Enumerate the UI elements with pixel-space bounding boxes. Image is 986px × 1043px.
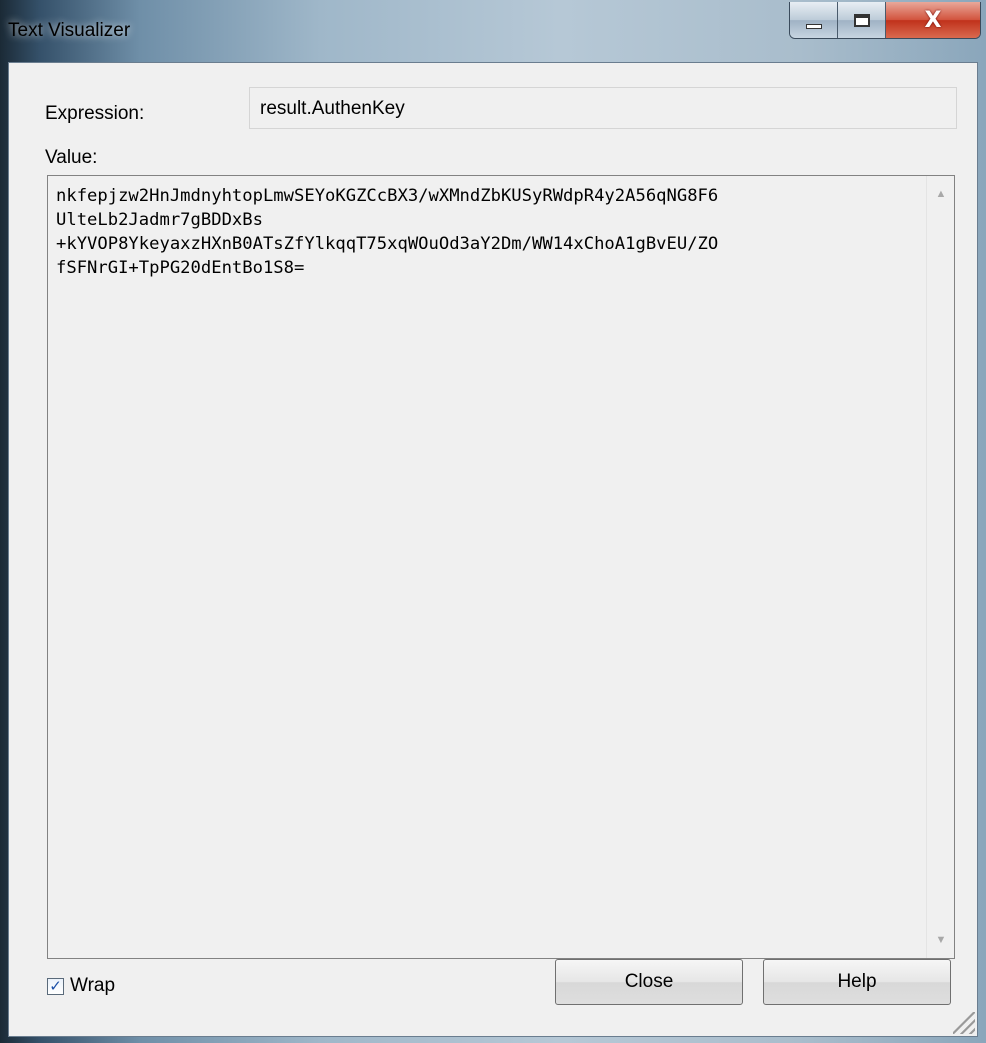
expression-label: Expression: [45,103,145,124]
dialog-body: Expression: result.AuthenKey Value: nkfe… [8,62,978,1037]
text-visualizer-window: Text Visualizer X Expression: result.Aut… [0,0,986,1043]
scroll-down-arrow-icon[interactable]: ▼ [927,926,955,954]
window-controls: X [789,2,981,39]
value-textarea[interactable]: nkfepjzw2HnJmdnyhtopLmwSEYoKGZCcBX3/wXMn… [47,175,955,959]
window-close-button[interactable]: X [886,2,980,38]
minimize-icon [805,23,822,29]
title-bar[interactable]: Text Visualizer X [0,0,986,62]
value-text[interactable]: nkfepjzw2HnJmdnyhtopLmwSEYoKGZCcBX3/wXMn… [56,184,916,280]
expression-field[interactable]: result.AuthenKey [249,87,957,129]
close-button[interactable]: Close [555,959,743,1005]
value-label: Value: [45,147,98,168]
scroll-up-arrow-icon[interactable]: ▲ [927,180,955,208]
maximize-icon [853,13,870,27]
close-icon: X [924,7,942,33]
maximize-button[interactable] [838,2,886,38]
wrap-label[interactable]: Wrap [70,975,115,997]
checkmark-icon: ✓ [49,977,62,995]
minimize-button[interactable] [790,2,838,38]
vertical-scrollbar[interactable]: ▲ ▼ [926,176,954,958]
resize-grip-icon[interactable] [953,1012,975,1034]
window-title: Text Visualizer [8,20,131,41]
wrap-checkbox[interactable]: ✓ [47,977,64,995]
help-button[interactable]: Help [763,959,951,1005]
wrap-option[interactable]: ✓ Wrap [47,975,115,997]
